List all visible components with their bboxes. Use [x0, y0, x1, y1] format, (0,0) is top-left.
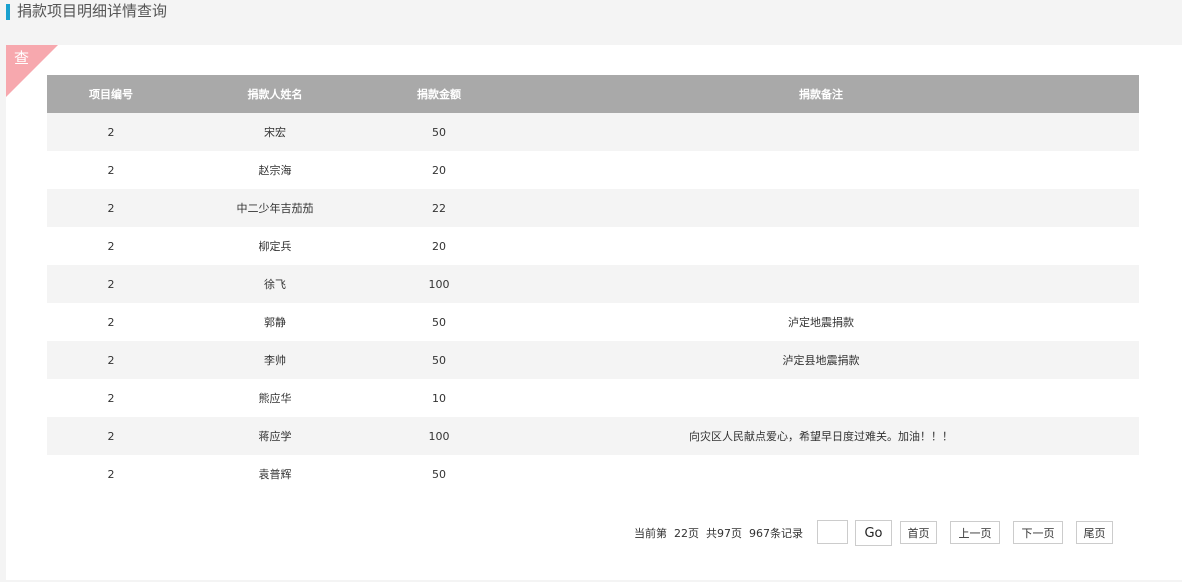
table-row: 2 徐飞 100: [47, 265, 1139, 303]
cell-amount: 100: [375, 417, 503, 455]
cell-remark: [503, 113, 1139, 151]
cell-amount: 50: [375, 341, 503, 379]
cell-project-id: 2: [47, 379, 175, 417]
column-header-remark: 捐款备注: [503, 75, 1139, 113]
page-title: 捐款项目明细详情查询: [17, 2, 168, 20]
cell-amount: 10: [375, 379, 503, 417]
cell-remark: 泸定县地震捐款: [503, 341, 1139, 379]
column-header-project-id: 项目编号: [47, 75, 175, 113]
cell-amount: 20: [375, 227, 503, 265]
cell-donor-name: 宋宏: [175, 113, 375, 151]
cell-project-id: 2: [47, 189, 175, 227]
cell-amount: 22: [375, 189, 503, 227]
table-row: 2 柳定兵 20: [47, 227, 1139, 265]
table-row: 2 郭静 50 泸定地震捐款: [47, 303, 1139, 341]
cell-donor-name: 柳定兵: [175, 227, 375, 265]
pagination-info: 当前第 22页 共97页 967条记录: [634, 527, 803, 540]
cell-remark: 向灾区人民献点爱心，希望早日度过难关。加油！！！: [503, 417, 1139, 455]
cell-project-id: 2: [47, 227, 175, 265]
table-header-row: 项目编号 捐款人姓名 捐款金额 捐款备注: [47, 75, 1139, 113]
last-page-button[interactable]: 尾页: [1076, 521, 1113, 544]
cell-remark: [503, 455, 1139, 493]
table-row: 2 熊应华 10: [47, 379, 1139, 417]
column-header-amount: 捐款金额: [375, 75, 503, 113]
donation-table: 项目编号 捐款人姓名 捐款金额 捐款备注 2 宋宏 50 2 赵宗海 20 2 中二少年吉茄茄…: [47, 75, 1139, 493]
query-panel: 查 项目编号 捐款人姓名 捐款金额 捐款备注 2 宋宏 50 2 赵宗海 20 2 中二少年吉…: [6, 45, 1182, 580]
cell-remark: 泸定地震捐款: [503, 303, 1139, 341]
prev-page-button[interactable]: 上一页: [950, 521, 1000, 544]
cell-remark: [503, 151, 1139, 189]
cell-project-id: 2: [47, 113, 175, 151]
cell-donor-name: 李帅: [175, 341, 375, 379]
cell-amount: 50: [375, 113, 503, 151]
table-row: 2 中二少年吉茄茄 22: [47, 189, 1139, 227]
table-row: 2 李帅 50 泸定县地震捐款: [47, 341, 1139, 379]
cell-donor-name: 徐飞: [175, 265, 375, 303]
page-number-input[interactable]: [817, 520, 848, 544]
cell-amount: 50: [375, 455, 503, 493]
cell-project-id: 2: [47, 417, 175, 455]
cell-project-id: 2: [47, 455, 175, 493]
cell-project-id: 2: [47, 151, 175, 189]
table-row: 2 袁普辉 50: [47, 455, 1139, 493]
cell-donor-name: 赵宗海: [175, 151, 375, 189]
column-header-donor-name: 捐款人姓名: [175, 75, 375, 113]
table-row: 2 赵宗海 20: [47, 151, 1139, 189]
title-accent-bar: [6, 4, 10, 20]
page-header: 捐款项目明细详情查询: [0, 0, 1182, 44]
cell-remark: [503, 227, 1139, 265]
cell-donor-name: 熊应华: [175, 379, 375, 417]
cell-remark: [503, 189, 1139, 227]
first-page-button[interactable]: 首页: [900, 521, 937, 544]
cell-remark: [503, 379, 1139, 417]
cell-project-id: 2: [47, 303, 175, 341]
next-page-button[interactable]: 下一页: [1013, 521, 1063, 544]
table-row: 2 宋宏 50: [47, 113, 1139, 151]
cell-donor-name: 蒋应学: [175, 417, 375, 455]
cell-donor-name: 袁普辉: [175, 455, 375, 493]
cell-amount: 20: [375, 151, 503, 189]
cell-amount: 100: [375, 265, 503, 303]
go-button[interactable]: Go: [855, 520, 892, 546]
cell-project-id: 2: [47, 341, 175, 379]
cell-amount: 50: [375, 303, 503, 341]
corner-ribbon-label: 查: [14, 49, 30, 67]
cell-remark: [503, 265, 1139, 303]
cell-project-id: 2: [47, 265, 175, 303]
cell-donor-name: 中二少年吉茄茄: [175, 189, 375, 227]
pagination: 当前第 22页 共97页 967条记录 Go 首页 上一页 下一页 尾页: [6, 520, 1182, 546]
cell-donor-name: 郭静: [175, 303, 375, 341]
table-row: 2 蒋应学 100 向灾区人民献点爱心，希望早日度过难关。加油！！！: [47, 417, 1139, 455]
